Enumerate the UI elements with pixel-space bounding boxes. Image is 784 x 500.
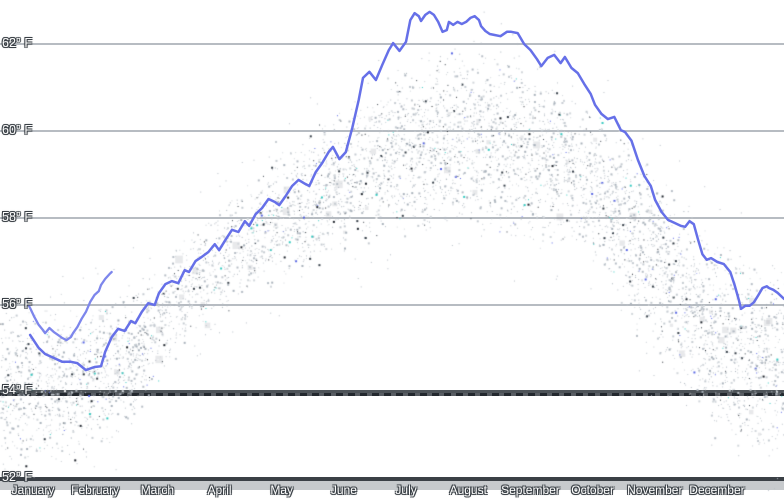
y-axis-label-62f: 62° F: [2, 36, 33, 50]
x-axis-label-february: February: [71, 483, 120, 497]
x-axis-label-january: January: [11, 483, 55, 497]
y-axis-label-56f: 56° F: [2, 296, 33, 311]
x-axis-label-may: May: [270, 483, 294, 497]
temperature-chart[interactable]: 62° F 60° F 58° F 56° F 54° F 52° F January Feb…: [0, 0, 784, 500]
x-axis-label-october: October: [571, 483, 614, 497]
y-axis-label-54f: 54° F: [2, 383, 33, 398]
temperature-line: [28, 10, 784, 372]
x-axis-label-june: June: [330, 483, 357, 497]
x-axis-label-november: November: [627, 483, 683, 497]
secondary-line-segment: [24, 270, 113, 342]
y-axis-label-58f: 58° F: [2, 209, 33, 224]
x-axis-label-april: April: [207, 483, 232, 497]
x-axis-label-july: July: [395, 483, 417, 497]
y-axis-label-60f: 60° F: [2, 122, 33, 137]
x-axis-label-september: September: [501, 483, 560, 497]
line-layer: [24, 10, 784, 372]
x-axis-label-december: December: [689, 483, 745, 497]
x-axis-label-march: March: [140, 483, 175, 497]
x-axis-label-august: August: [449, 483, 487, 497]
